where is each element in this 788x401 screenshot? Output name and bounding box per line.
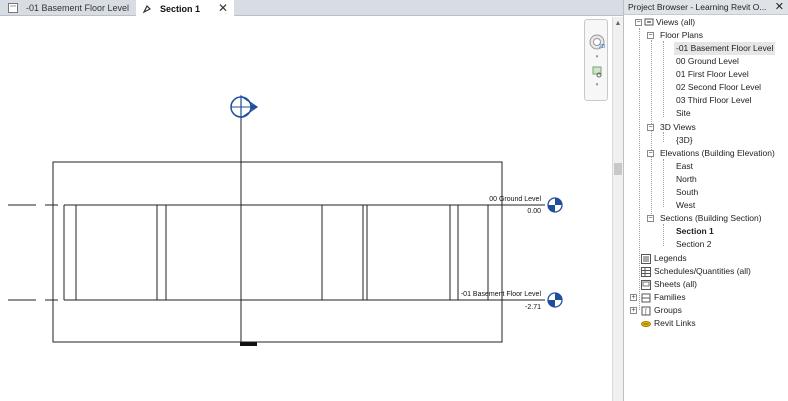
floor-plan-icon (8, 3, 18, 13)
tree-floor-plans[interactable]: Floor Plans (660, 29, 703, 42)
section-view-icon (142, 4, 152, 13)
tree-3d-views[interactable]: 3D Views (660, 121, 696, 134)
tab-label: -01 Basement Floor Level (26, 3, 130, 13)
project-browser-title: Project Browser - Learning Revit O... (624, 0, 788, 15)
expand-families-icon[interactable]: + (630, 294, 637, 301)
collapse-sections-icon[interactable]: − (647, 215, 654, 222)
scroll-thumb[interactable] (614, 163, 622, 175)
crop-region[interactable] (52, 161, 503, 343)
section-head-marker[interactable] (230, 94, 259, 120)
tree-item-section-2[interactable]: Section 2 (676, 238, 711, 251)
tree-item-site[interactable]: Site (676, 107, 691, 120)
level-elevation-ground: 0.00 (527, 208, 541, 215)
scroll-up-arrow-icon[interactable]: ▲ (614, 20, 622, 27)
collapse-elevations-icon[interactable]: − (647, 150, 654, 157)
section-tail-marker (240, 342, 257, 346)
level-name-ground: 00 Ground Level (489, 196, 541, 203)
navigation-bar: 2D ▾ ▾ (584, 19, 608, 101)
tree-views-all[interactable]: Views (all) (656, 16, 695, 29)
project-browser-title-text: Project Browser - Learning Revit O... (628, 2, 767, 12)
tree-families[interactable]: Families (654, 291, 686, 304)
tab-basement-floor-level[interactable]: -01 Basement Floor Level (0, 0, 135, 16)
tree-item-basement-floor-level[interactable]: -01 Basement Floor Level (674, 42, 776, 55)
svg-text:▾: ▾ (596, 82, 599, 88)
expand-groups-icon[interactable]: + (630, 307, 637, 314)
level-name-basement: -01 Basement Floor Level (461, 291, 542, 298)
tree-item-third-floor-level[interactable]: 03 Third Floor Level (676, 94, 751, 107)
drawing-canvas[interactable]: 00 Ground Level 0.00 -01 Basement Floor … (0, 17, 612, 401)
tree-legends[interactable]: Legends (654, 252, 687, 265)
tab-label: Section 1 (160, 3, 201, 14)
svg-text:2D: 2D (599, 44, 606, 50)
tree-item-south[interactable]: South (676, 186, 698, 199)
tree-item-first-floor-level[interactable]: 01 First Floor Level (676, 68, 749, 81)
tree-guide (663, 159, 664, 207)
level-head-ground[interactable] (547, 197, 563, 213)
tree-item-second-floor-level[interactable]: 02 Second Floor Level (676, 81, 761, 94)
level-elevation-basement: -2.71 (525, 304, 541, 311)
tree-item-ground-level[interactable]: 00 Ground Level (676, 55, 739, 68)
revit-links-icon (641, 321, 651, 327)
tree-item-3d[interactable]: {3D} (676, 134, 693, 147)
tree-guide (663, 224, 664, 246)
project-browser: Project Browser - Learning Revit O... ✕ … (623, 0, 788, 401)
level-head-basement[interactable] (547, 292, 563, 308)
svg-text:[: [ (645, 309, 647, 316)
groups-icon: [ (641, 306, 651, 316)
tree-revit-links[interactable]: Revit Links (654, 317, 696, 330)
navigation-bar-icons: 2D ▾ ▾ (589, 34, 606, 88)
svg-text:▾: ▾ (596, 54, 599, 60)
sheets-icon (641, 280, 651, 290)
building-walls (63, 205, 489, 300)
tree-item-section-1[interactable]: Section 1 (676, 225, 714, 238)
canvas-scrollbar[interactable]: ▲ (612, 17, 623, 401)
collapse-views-icon[interactable]: − (635, 19, 642, 26)
collapse-3d-views-icon[interactable]: − (647, 124, 654, 131)
tree-sections[interactable]: Sections (Building Section) (660, 212, 762, 225)
collapse-floor-plans-icon[interactable]: − (647, 32, 654, 39)
tree-item-west[interactable]: West (676, 199, 695, 212)
close-project-browser-icon[interactable]: ✕ (775, 0, 784, 15)
close-tab-icon[interactable]: ✕ (218, 1, 228, 15)
tree-groups[interactable]: Groups (654, 304, 682, 317)
tree-item-north[interactable]: North (676, 173, 697, 186)
section-drawing: 00 Ground Level 0.00 -01 Basement Floor … (8, 94, 563, 346)
views-icon (644, 18, 654, 26)
families-icon (641, 293, 651, 303)
legends-icon (641, 254, 651, 264)
tree-guide (663, 41, 664, 117)
schedules-icon (641, 267, 651, 277)
view-tab-bar: -01 Basement Floor Level Section 1 ✕ (0, 0, 623, 17)
tab-section-1[interactable]: Section 1 ✕ (136, 0, 234, 17)
tree-sheets[interactable]: Sheets (all) (654, 278, 697, 291)
tree-item-east[interactable]: East (676, 160, 693, 173)
tree-schedules[interactable]: Schedules/Quantities (all) (654, 265, 751, 278)
tree-elevations[interactable]: Elevations (Building Elevation) (660, 147, 775, 160)
tree-guide (639, 28, 640, 310)
